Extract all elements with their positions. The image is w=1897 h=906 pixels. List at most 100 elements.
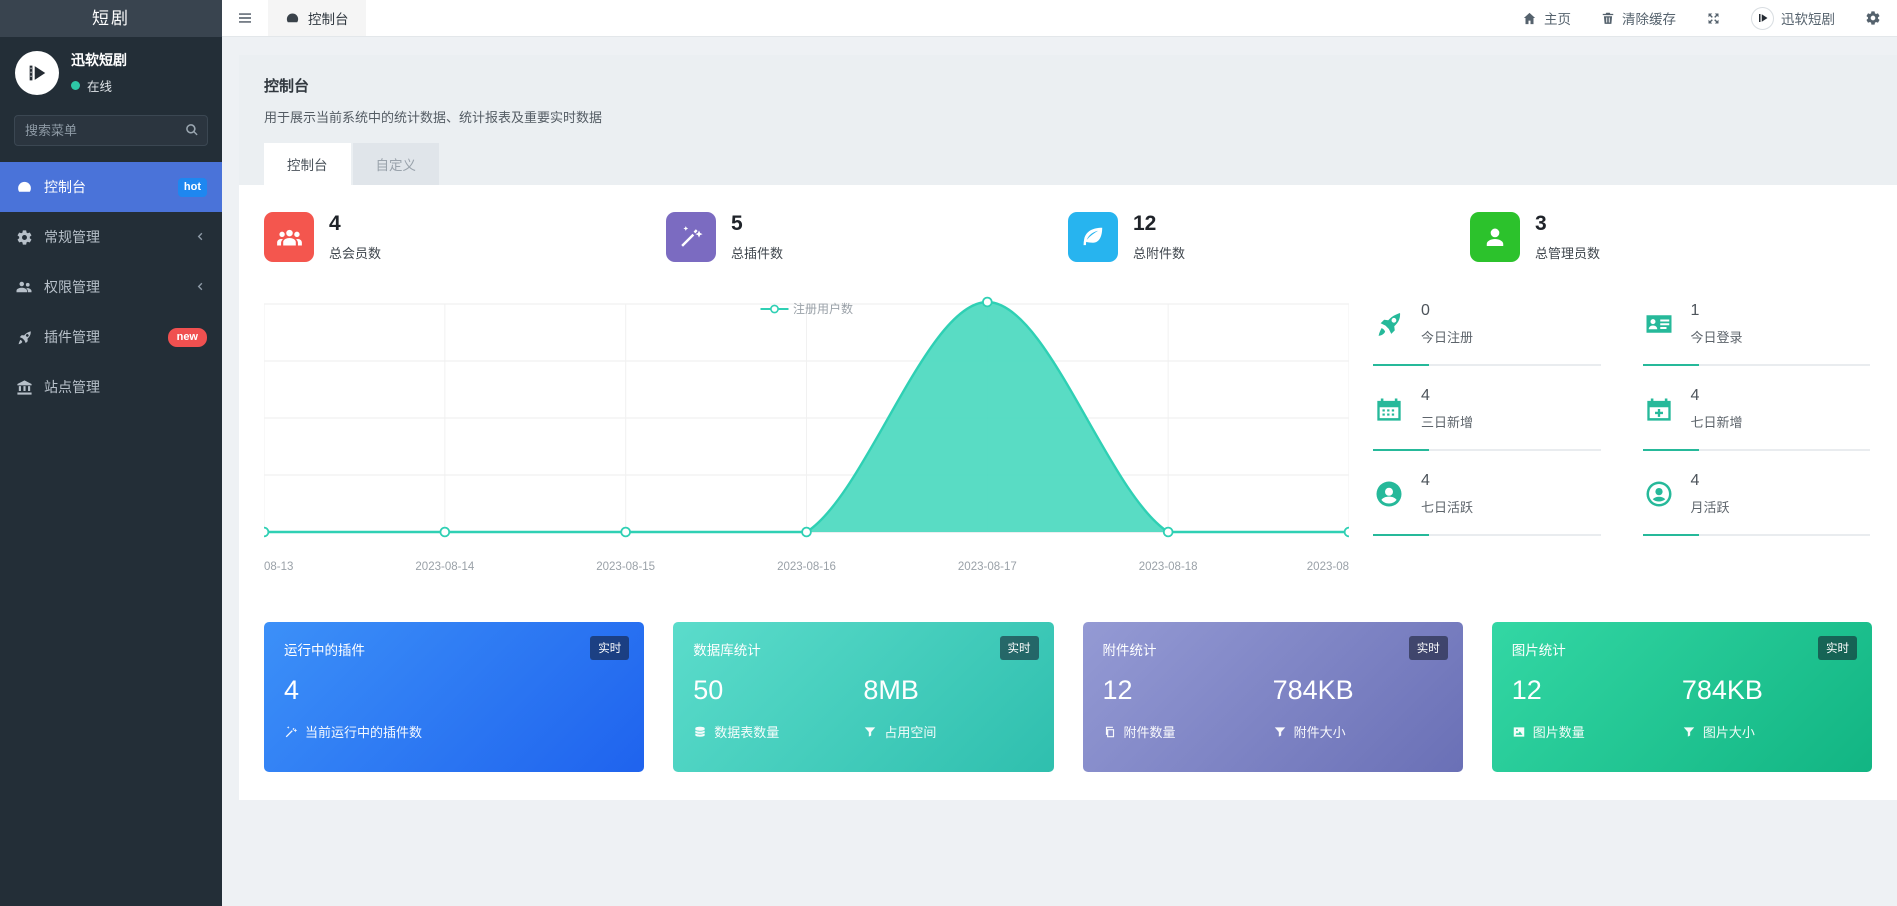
panel-header: 控制台 用于展示当前系统中的统计数据、统计报表及重要实时数据 控制台 自定义 bbox=[239, 55, 1897, 185]
card-attachment-stats: 附件统计 实时 12 附件数量 784KB 附件大小 bbox=[1083, 622, 1463, 772]
home-label: 主页 bbox=[1544, 8, 1571, 28]
tab-custom[interactable]: 自定义 bbox=[353, 143, 440, 185]
mini-stat-label: 七日活跃 bbox=[1421, 497, 1473, 516]
play-logo-icon bbox=[1757, 12, 1769, 24]
topbar-tab-dashboard[interactable]: 控制台 bbox=[268, 0, 366, 36]
magic-wand-icon bbox=[284, 725, 298, 739]
chart-section: 08-132023-08-142023-08-152023-08-162023-… bbox=[264, 294, 1872, 586]
sidebar-item-label: 常规管理 bbox=[44, 227, 100, 247]
stat-total-addons: 5 总插件数 bbox=[666, 212, 1068, 262]
tab-dashboard[interactable]: 控制台 bbox=[264, 143, 351, 185]
card-database-stats: 数据库统计 实时 50 数据表数量 8MB 占用空间 bbox=[673, 622, 1053, 772]
user-status-label: 在线 bbox=[87, 76, 112, 95]
stat-label: 总附件数 bbox=[1133, 243, 1185, 262]
sidebar-item-label: 控制台 bbox=[44, 177, 86, 197]
stat-label: 总管理员数 bbox=[1535, 243, 1600, 262]
card-value: 4 bbox=[284, 675, 624, 706]
card-label: 数据表数量 bbox=[714, 722, 779, 741]
card-value: 12 bbox=[1512, 675, 1682, 706]
realtime-badge: 实时 bbox=[1818, 636, 1857, 660]
card-running-addons: 运行中的插件 实时 4 当前运行中的插件数 bbox=[264, 622, 644, 772]
mini-stat-7day-active: 4 七日活跃 bbox=[1373, 464, 1601, 536]
user-icon bbox=[1470, 212, 1520, 262]
rocket-icon bbox=[15, 329, 33, 346]
sidebar-item-label: 插件管理 bbox=[44, 327, 100, 347]
mini-stat-label: 今日登录 bbox=[1691, 327, 1743, 346]
mini-stat-label: 今日注册 bbox=[1421, 327, 1473, 346]
card-image-stats: 图片统计 实时 12 图片数量 784KB 图片大小 bbox=[1492, 622, 1872, 772]
user-circle-outline-icon bbox=[1643, 479, 1675, 509]
topbar: 控制台 主页 清除缓存 迅软短剧 bbox=[222, 0, 1897, 37]
sidebar-item-dashboard[interactable]: 控制台 hot bbox=[0, 162, 222, 212]
sidebar: 短剧 迅软短剧 在线 控制台 bbox=[0, 0, 222, 906]
menu-toggle-icon[interactable] bbox=[222, 0, 268, 36]
magic-wand-icon bbox=[666, 212, 716, 262]
stat-value: 4 bbox=[329, 212, 381, 236]
mini-stat-3day-new: 4 三日新增 bbox=[1373, 379, 1601, 451]
brand-title[interactable]: 短剧 bbox=[0, 0, 222, 37]
settings-gear-icon[interactable] bbox=[1865, 10, 1881, 26]
home-icon bbox=[1522, 11, 1537, 26]
stat-total-members: 4 总会员数 bbox=[264, 212, 666, 262]
mini-stat-7day-new: 4 七日新增 bbox=[1643, 379, 1871, 451]
bank-icon bbox=[15, 379, 33, 396]
sidebar-item-site[interactable]: 站点管理 bbox=[0, 362, 222, 412]
home-link[interactable]: 主页 bbox=[1522, 8, 1571, 28]
gears-icon bbox=[15, 229, 33, 246]
content-area: 控制台 用于展示当前系统中的统计数据、统计报表及重要实时数据 控制台 自定义 bbox=[222, 37, 1897, 906]
area-chart bbox=[264, 294, 1349, 556]
user-menu[interactable]: 迅软短剧 bbox=[1751, 7, 1835, 30]
calendar-plus-icon bbox=[1643, 395, 1675, 423]
card-label: 附件大小 bbox=[1294, 722, 1346, 741]
page-title: 控制台 bbox=[264, 75, 1872, 96]
card-value: 12 bbox=[1103, 675, 1273, 706]
avatar[interactable] bbox=[15, 51, 59, 95]
summary-cards-row: 运行中的插件 实时 4 当前运行中的插件数 数据库统计 实时 bbox=[264, 622, 1872, 772]
new-badge: new bbox=[168, 328, 207, 347]
image-icon bbox=[1512, 725, 1526, 739]
mini-stat-value: 4 bbox=[1691, 472, 1730, 490]
card-title: 图片统计 bbox=[1512, 639, 1852, 659]
search-icon[interactable] bbox=[185, 123, 199, 142]
mini-stat-label: 月活跃 bbox=[1691, 497, 1730, 516]
card-value: 8MB bbox=[863, 675, 1033, 706]
chart-legend[interactable]: 注册用户数 bbox=[760, 300, 853, 317]
sidebar-item-label: 站点管理 bbox=[44, 377, 100, 397]
sidebar-item-addon[interactable]: 插件管理 new bbox=[0, 312, 222, 362]
card-title: 运行中的插件 bbox=[284, 639, 624, 659]
card-label: 当前运行中的插件数 bbox=[305, 722, 422, 741]
sidebar-item-general[interactable]: 常规管理 bbox=[0, 212, 222, 262]
stat-total-admins: 3 总管理员数 bbox=[1470, 212, 1872, 262]
stat-value: 3 bbox=[1535, 212, 1600, 236]
fullscreen-icon[interactable] bbox=[1706, 11, 1721, 26]
dashboard-icon bbox=[285, 11, 300, 26]
stats-row: 4 总会员数 5 总插件数 bbox=[264, 212, 1872, 262]
realtime-badge: 实时 bbox=[1000, 636, 1039, 660]
database-icon bbox=[693, 725, 707, 739]
user-name: 迅软短剧 bbox=[71, 50, 127, 70]
mini-stats-grid: 0 今日注册 1 今日登录 bbox=[1349, 294, 1872, 586]
panel-tabs: 控制台 自定义 bbox=[264, 143, 1872, 185]
topbar-tab-label: 控制台 bbox=[308, 8, 349, 28]
search-input[interactable] bbox=[14, 115, 208, 146]
stat-value: 5 bbox=[731, 212, 783, 236]
sidebar-item-label: 权限管理 bbox=[44, 277, 100, 297]
dashboard-icon bbox=[15, 179, 33, 196]
sidebar-item-auth[interactable]: 权限管理 bbox=[0, 262, 222, 312]
sidebar-menu: 控制台 hot 常规管理 权限管理 bbox=[0, 162, 222, 412]
realtime-badge: 实时 bbox=[1409, 636, 1448, 660]
legend-label: 注册用户数 bbox=[793, 300, 853, 317]
card-title: 附件统计 bbox=[1103, 639, 1443, 659]
menu-search bbox=[14, 115, 208, 146]
calendar-icon bbox=[1373, 395, 1405, 423]
app-window: 短剧 迅软短剧 在线 控制台 bbox=[0, 0, 1897, 906]
card-value: 784KB bbox=[1682, 675, 1852, 706]
filter-icon bbox=[1682, 725, 1696, 739]
x-axis-label: 2023-08 bbox=[1307, 561, 1349, 573]
x-axis-label: 2023-08-17 bbox=[958, 561, 1017, 573]
clear-cache-button[interactable]: 清除缓存 bbox=[1601, 8, 1676, 28]
panel-body: 4 总会员数 5 总插件数 bbox=[239, 185, 1897, 800]
mini-stat-value: 4 bbox=[1691, 387, 1743, 405]
x-axis-label: 08-13 bbox=[264, 561, 293, 573]
mini-stat-value: 4 bbox=[1421, 387, 1473, 405]
